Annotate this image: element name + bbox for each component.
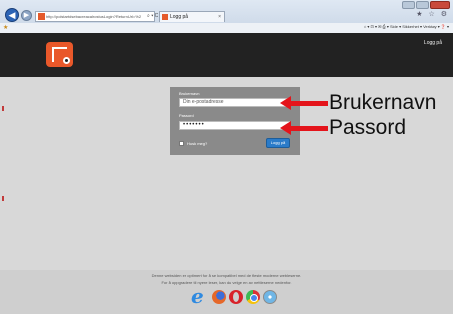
annotation-username: Brukernavn [329,91,437,114]
site-footer: Denne websiden er optimert for å se komp… [0,270,453,314]
firefox-icon[interactable] [212,290,226,304]
internet-explorer-icon[interactable]: e [191,286,209,306]
tab-login[interactable]: Logg på × [159,11,225,22]
favorites-icons[interactable]: ★ ☆ ⚙ [416,10,449,18]
site-logo[interactable] [46,42,73,67]
opera-icon[interactable] [229,290,243,304]
remember-checkbox[interactable] [179,141,184,146]
footer-line-1: Denne websiden er optimert for å se komp… [151,273,302,278]
header-login-link[interactable]: Logg på [424,40,442,46]
site-favicon-icon [38,13,45,20]
back-arrow-icon[interactable]: ◀ [5,8,19,22]
footer-line-2: For å oppgradere til nyere leser, kan du… [161,280,292,285]
username-arrow-icon [280,96,328,110]
annotation-password: Passord [329,116,407,139]
address-url: http://polstartdsebacreacalrostusLogin?R… [46,14,142,19]
logo-dot-icon [63,57,70,64]
browser-icons: e [191,286,277,306]
login-button[interactable]: Logg på [266,138,290,148]
chrome-icon[interactable] [246,290,260,304]
password-label: Passord [179,113,194,118]
close-window-button[interactable] [430,1,450,9]
edge-marker [2,106,4,111]
username-input[interactable]: Din e-postadresse [179,98,290,107]
command-bar-items[interactable]: ⌂ ▾ ⊡ ▾ ✉ ⎙ ▾ Side ▾ Sikkerhet ▾ Verktøy… [364,24,449,29]
maximize-button[interactable] [416,1,429,9]
remember-me[interactable]: Husk meg? [179,141,207,146]
browser-chrome: ◀ ▶ http://polstartdsebacreacalrostusLog… [0,0,453,33]
remember-label: Husk meg? [187,141,208,146]
tab-title: Logg på [170,14,189,20]
tab-favicon-icon [162,14,168,20]
site-header: Logg på [0,33,453,77]
edge-marker [2,196,4,201]
address-bar[interactable]: http://polstartdsebacreacalrostusLogin?R… [35,11,155,22]
username-label: Brukernavn [179,91,200,96]
password-input[interactable]: ••••••• [179,121,290,130]
forward-arrow-icon[interactable]: ▶ [21,10,32,21]
address-tools[interactable]: ⌕ ▾ C [147,11,158,22]
favorites-star-icon[interactable]: ★ [3,24,8,31]
safari-icon[interactable] [263,290,277,304]
window-controls [402,1,450,9]
tab-close-icon[interactable]: × [218,12,221,22]
command-bar: ★ ⌂ ▾ ⊡ ▾ ✉ ⎙ ▾ Side ▾ Sikkerhet ▾ Verkt… [0,23,453,33]
password-arrow-icon [280,121,328,135]
minimize-button[interactable] [402,1,415,9]
